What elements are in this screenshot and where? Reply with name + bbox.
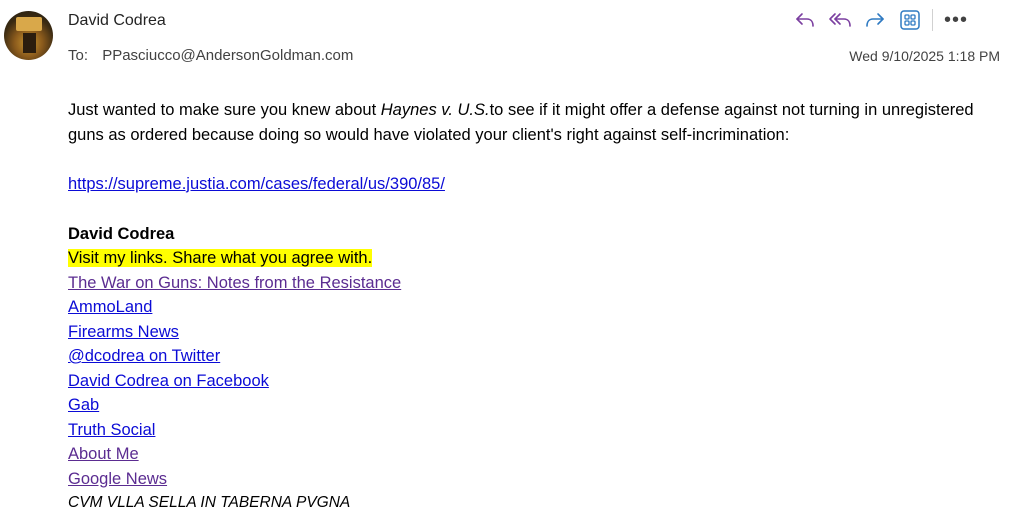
signature-tagline-row: Visit my links. Share what you agree wit… <box>68 246 998 271</box>
more-icon: ••• <box>943 8 968 31</box>
link-twitter[interactable]: @dcodrea on Twitter <box>68 347 220 365</box>
link-ammoland[interactable]: AmmoLand <box>68 298 152 316</box>
reply-icon <box>796 13 814 27</box>
message-header: David Codrea To: PPasciucco@AndersonGold… <box>0 0 1024 80</box>
link-about-me[interactable]: About Me <box>68 445 139 463</box>
link-firearms-news[interactable]: Firearms News <box>68 323 179 341</box>
apps-icon <box>900 10 920 30</box>
link-truth-social[interactable]: Truth Social <box>68 421 155 439</box>
forward-button[interactable] <box>860 6 890 34</box>
intro-before: Just wanted to make sure you knew about <box>68 101 381 119</box>
case-link[interactable]: https://supreme.justia.com/cases/federal… <box>68 175 445 193</box>
message-body: Just wanted to make sure you knew about … <box>68 98 998 516</box>
message-date: Wed 9/10/2025 1:18 PM <box>849 48 1000 64</box>
link-war-on-guns[interactable]: The War on Guns: Notes from the Resistan… <box>68 274 401 292</box>
sender-name[interactable]: David Codrea <box>68 12 166 30</box>
signature-motto: CVM VLLA SELLA IN TABERNA PVGNA <box>68 494 351 511</box>
signature-links: The War on Guns: Notes from the Resistan… <box>68 271 998 492</box>
avatar-sign <box>16 17 42 31</box>
link-facebook[interactable]: David Codrea on Facebook <box>68 372 269 390</box>
case-name: Haynes v. U.S. <box>380 101 490 119</box>
to-label: To: <box>68 47 89 64</box>
recipient-address[interactable]: PPasciucco@AndersonGoldman.com <box>102 47 353 64</box>
reply-button[interactable] <box>790 6 820 34</box>
forward-icon <box>866 13 884 27</box>
signature-name: David Codrea <box>68 224 175 243</box>
toolbar-divider <box>932 9 933 31</box>
apps-button[interactable] <box>895 6 925 34</box>
intro-paragraph: Just wanted to make sure you knew about … <box>68 98 998 147</box>
link-google-news[interactable]: Google News <box>68 470 167 488</box>
message-actions: ••• <box>790 6 976 34</box>
sender-avatar[interactable] <box>4 11 53 60</box>
avatar-door <box>23 33 36 53</box>
reply-all-button[interactable] <box>825 6 855 34</box>
reply-all-icon <box>829 13 851 27</box>
recipient-line: To: PPasciucco@AndersonGoldman.com <box>68 47 353 64</box>
link-gab[interactable]: Gab <box>68 396 99 414</box>
more-actions-button[interactable]: ••• <box>941 6 971 34</box>
signature-tagline: Visit my links. Share what you agree wit… <box>68 249 373 267</box>
